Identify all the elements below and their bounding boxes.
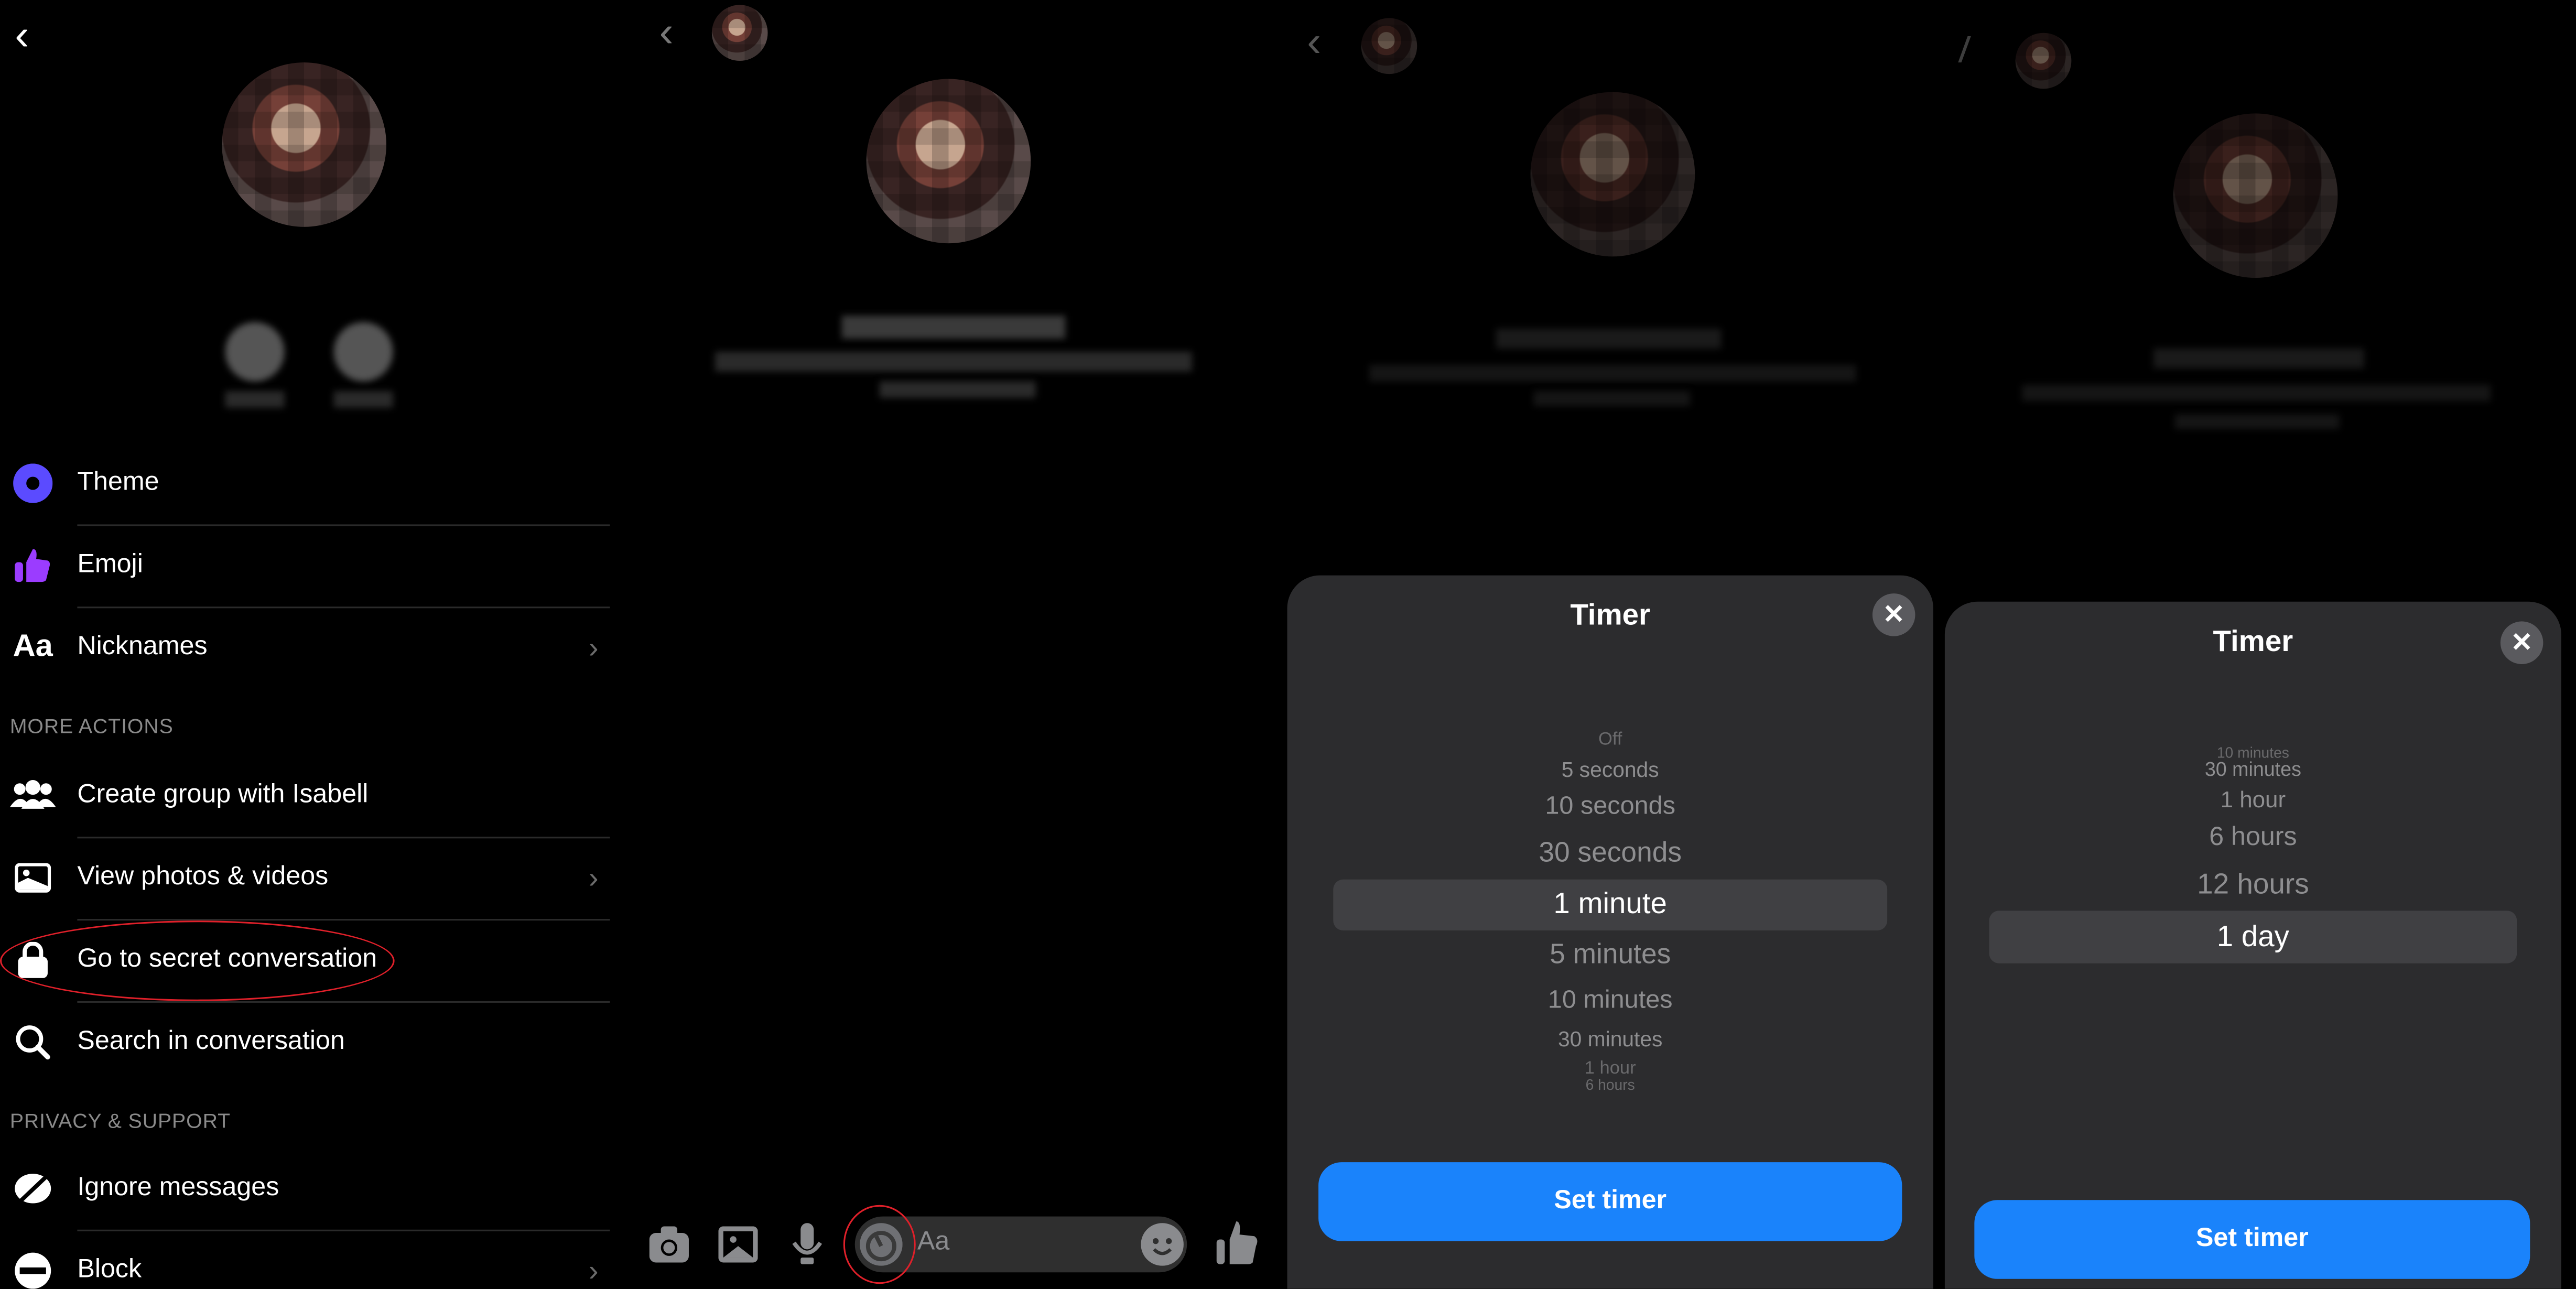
menu-item-label: Create group with Isabell [77,781,369,809]
ignore-icon [0,1171,66,1207]
blurred-subtitle [1369,365,1856,382]
set-timer-button[interactable]: Set timer [1974,1200,2530,1279]
timer-option[interactable]: 30 minutes [1945,758,2561,781]
emoji-icon[interactable] [1141,1223,1184,1266]
thumbs-up-icon [0,546,66,585]
timer-option[interactable]: Off [1287,730,1933,750]
blurred-subtitle [2022,384,2491,402]
set-timer-button[interactable]: Set timer [1318,1162,1902,1241]
chevron-right-icon: › [588,1253,599,1286]
section-header: MORE ACTIONS [9,715,174,739]
close-icon[interactable]: ✕ [1872,593,1915,636]
timer-option[interactable]: 1 hour [1287,1059,1933,1079]
timer-option[interactable]: 10 seconds [1287,793,1933,822]
timer-option[interactable]: 5 seconds [1287,757,1933,782]
message-input-placeholder: Aa [917,1228,950,1256]
menu-item-view-photos[interactable]: View photos & videos › [0,837,625,919]
timer-option[interactable]: 5 minutes [1287,939,1933,972]
blurred-subtitle [715,352,1192,372]
search-icon [0,1024,66,1060]
blurred-name [841,316,1066,339]
back-chevron-icon[interactable]: ‹ [1307,16,1321,67]
blurred-label [225,391,285,408]
blurred-label [333,391,393,408]
microphone-icon[interactable] [792,1223,822,1266]
menu-item-label: Theme [77,468,159,497]
theme-icon [0,463,66,503]
contact-avatar [1530,92,1695,257]
close-icon[interactable]: ✕ [2500,621,2543,664]
audio-call-button[interactable] [225,322,285,382]
timer-option-selected[interactable]: 1 day [1945,920,2561,955]
timer-option[interactable]: 30 seconds [1287,837,1933,870]
block-icon [0,1251,66,1289]
menu-item-create-group[interactable]: Create group with Isabell [0,754,625,837]
menu-item-label: Search in conversation [77,1027,345,1056]
menu-item-label: Ignore messages [77,1174,279,1202]
menu-item-nicknames[interactable]: Aa Nicknames › [0,606,625,689]
group-icon [0,779,66,812]
timer-option[interactable]: 10 minutes [1287,987,1933,1016]
menu-item-label: Emoji [77,550,143,579]
contact-avatar [222,62,386,227]
back-chevron-icon[interactable]: ‹ [659,7,674,58]
annotation-ellipse [0,920,395,1001]
blurred-name [2153,348,2364,369]
chat-panel: ‹ Aa [641,0,1274,1289]
timer-option[interactable]: 6 hours [1945,824,2561,853]
timer-option[interactable]: 6 hours [1287,1077,1933,1093]
menu-item-label: View photos & videos [77,863,329,891]
menu-item-theme[interactable]: Theme [0,442,625,525]
blurred-name [1496,329,1722,349]
header-avatar[interactable] [1361,18,1417,74]
video-call-button[interactable] [333,322,393,382]
timer-option[interactable]: 12 hours [1945,867,2561,902]
menu-item-emoji[interactable]: Emoji [0,524,625,606]
annotation-circle [843,1205,916,1284]
contact-avatar [2173,113,2338,278]
timer-sheet-panel-2: Timer ✕ 10 minutes 30 minutes 1 hour 6 hour… [1940,0,2576,1289]
chevron-right-icon: › [588,630,599,664]
timer-option-selected[interactable]: 1 minute [1287,887,1933,922]
menu-item-label: Nicknames [77,633,208,661]
camera-icon[interactable] [649,1226,689,1263]
blurred-subtitle [1533,391,1690,406]
header-avatar[interactable] [711,5,768,61]
timer-sheet: Timer ✕ 10 minutes 30 minutes 1 hour 6 hour… [1944,601,2561,1289]
timer-sheet-panel-1: ‹ Timer ✕ Off 5 seconds 10 seconds 30 secon… [1287,0,1933,1289]
menu-item-ignore[interactable]: Ignore messages [0,1147,625,1230]
blurred-subtitle [879,381,1036,398]
thumbs-up-icon[interactable] [1216,1220,1260,1266]
contact-avatar [866,79,1031,244]
header-avatar[interactable] [2015,33,2072,89]
timer-option[interactable]: 1 hour [1945,786,2561,812]
sheet-title: Timer [2213,624,2293,658]
menu-item-label: Block [77,1255,142,1284]
blurred-subtitle [2174,414,2340,429]
section-header: PRIVACY & SUPPORT [9,1109,231,1133]
conversation-settings-panel: ‹ Theme Emoji Aa Nicknames › MORE ACTION… [0,0,628,1289]
screenshot-collage: ‹ Theme Emoji Aa Nicknames › MORE ACTION… [0,0,2576,1289]
text-aa-icon: Aa [13,630,53,664]
back-chevron-icon[interactable] [1958,36,1988,63]
menu-item-block[interactable]: Block › [0,1230,625,1289]
image-icon[interactable] [718,1226,758,1263]
menu-item-search[interactable]: Search in conversation [0,1001,625,1084]
timer-option[interactable]: 30 minutes [1287,1026,1933,1051]
chevron-right-icon: › [588,860,599,894]
sheet-title: Timer [1570,598,1651,632]
photo-icon [0,863,66,893]
timer-sheet: Timer ✕ Off 5 seconds 10 seconds 30 seconds… [1287,575,1933,1289]
back-chevron-icon[interactable]: ‹ [15,10,29,61]
